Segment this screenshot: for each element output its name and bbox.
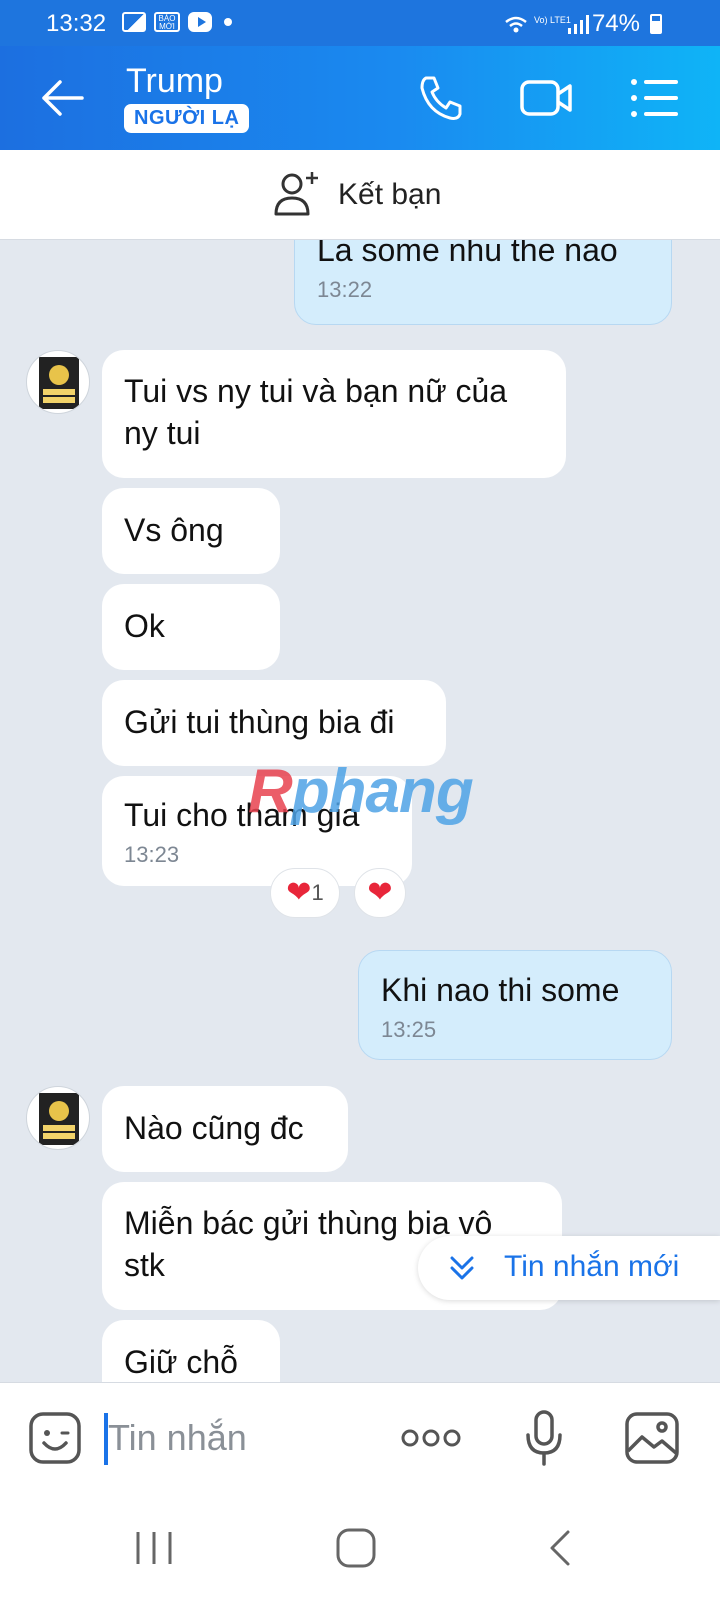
- list-menu-icon: [631, 79, 678, 117]
- message-time: 13:23: [124, 842, 180, 867]
- message-text: Gửi tui thùng bia đi: [124, 704, 395, 740]
- system-navigation-bar: [0, 1490, 720, 1600]
- message-bubble-received[interactable]: Nào cũng đc: [102, 1086, 348, 1172]
- youtube-notification-icon: [188, 12, 212, 32]
- send-image-button[interactable]: [624, 1411, 680, 1465]
- message-bubble-sent[interactable]: La some nhu the nao 13:22: [294, 240, 672, 325]
- message-text: Khi nao thi some: [381, 972, 620, 1008]
- microphone-icon: [526, 1410, 562, 1466]
- message-bubble-received[interactable]: Tui vs ny tui và bạn nữ của ny tui: [102, 350, 566, 478]
- reaction-summary[interactable]: ❤ 1: [270, 868, 340, 918]
- heart-icon: ❤: [367, 876, 393, 909]
- message-text: Vs ông: [124, 512, 224, 548]
- message-input[interactable]: [108, 1411, 378, 1465]
- add-friend-icon: [274, 172, 318, 216]
- react-button[interactable]: ❤: [354, 868, 406, 918]
- emoji-sticker-icon: [29, 1412, 81, 1464]
- message-bubble-received[interactable]: Gửi tui thùng bia đi: [102, 680, 446, 766]
- back-nav-icon: [550, 1530, 570, 1566]
- recents-button[interactable]: [132, 1526, 176, 1570]
- network-label: Vo) LTE1: [534, 15, 571, 25]
- message-text: Ok: [124, 608, 165, 644]
- message-time: 13:25: [381, 1017, 437, 1042]
- emoji-sticker-button[interactable]: [28, 1411, 82, 1465]
- message-bubble-sent[interactable]: Khi nao thi some 13:25: [358, 950, 672, 1060]
- gallery-notification-icon: [122, 12, 146, 32]
- message-bubble-received[interactable]: Ok: [102, 584, 280, 670]
- stranger-badge: NGƯỜI LẠ: [124, 104, 250, 133]
- signal-strength-icon: Vo) LTE1: [505, 15, 589, 34]
- chat-header: Trump NGƯỜI LẠ: [0, 46, 720, 150]
- add-friend-bar[interactable]: Kết bạn: [0, 150, 720, 240]
- battery-percent: 74%: [591, 10, 640, 37]
- video-call-button[interactable]: [518, 72, 574, 124]
- message-composer: [0, 1382, 720, 1490]
- video-call-icon: [520, 80, 572, 116]
- contact-name[interactable]: Trump: [126, 62, 223, 101]
- recents-icon: [136, 1532, 172, 1564]
- news-app-icon: BÁO MỚI: [154, 12, 180, 32]
- battery-icon: [650, 14, 662, 34]
- status-bar: 13:32 BÁO MỚI Vo) LTE1 74%: [0, 0, 720, 46]
- message-bubble-received[interactable]: Giữ chỗ: [102, 1320, 280, 1382]
- system-back-button[interactable]: [540, 1526, 584, 1570]
- chat-options-button[interactable]: [628, 72, 684, 124]
- new-messages-label: Tin nhắn mới: [504, 1250, 680, 1283]
- home-icon: [336, 1528, 376, 1568]
- new-messages-button[interactable]: Tin nhắn mới: [418, 1236, 720, 1300]
- message-bubble-received[interactable]: Vs ông: [102, 488, 280, 574]
- status-time: 13:32: [46, 10, 107, 37]
- home-button[interactable]: [334, 1526, 378, 1570]
- more-options-button[interactable]: [400, 1423, 462, 1453]
- reaction-count: 1: [311, 880, 324, 905]
- avatar[interactable]: [26, 350, 90, 414]
- watermark: Rphang: [248, 757, 474, 826]
- voice-call-button[interactable]: [414, 72, 470, 124]
- image-icon: [625, 1412, 679, 1464]
- back-arrow-icon: [42, 80, 84, 116]
- back-button[interactable]: [38, 76, 86, 120]
- chevron-double-down-icon: [450, 1256, 474, 1280]
- phone-icon: [420, 76, 462, 120]
- message-text: La some nhu the nao: [317, 240, 618, 268]
- voice-message-button[interactable]: [524, 1409, 564, 1467]
- add-friend-label: Kết bạn: [338, 178, 442, 211]
- avatar[interactable]: [26, 1086, 90, 1150]
- more-dots-icon: [401, 1429, 461, 1447]
- message-list[interactable]: La some nhu the nao 13:22 Tui vs ny tui …: [0, 240, 720, 1382]
- message-text: Nào cũng đc: [124, 1110, 304, 1146]
- heart-icon: ❤: [286, 876, 312, 909]
- message-text: Tui vs ny tui và bạn nữ của ny tui: [124, 373, 508, 451]
- more-notifications-dot-icon: [224, 18, 232, 26]
- message-time: 13:22: [317, 277, 373, 302]
- message-text: Giữ chỗ: [124, 1344, 238, 1380]
